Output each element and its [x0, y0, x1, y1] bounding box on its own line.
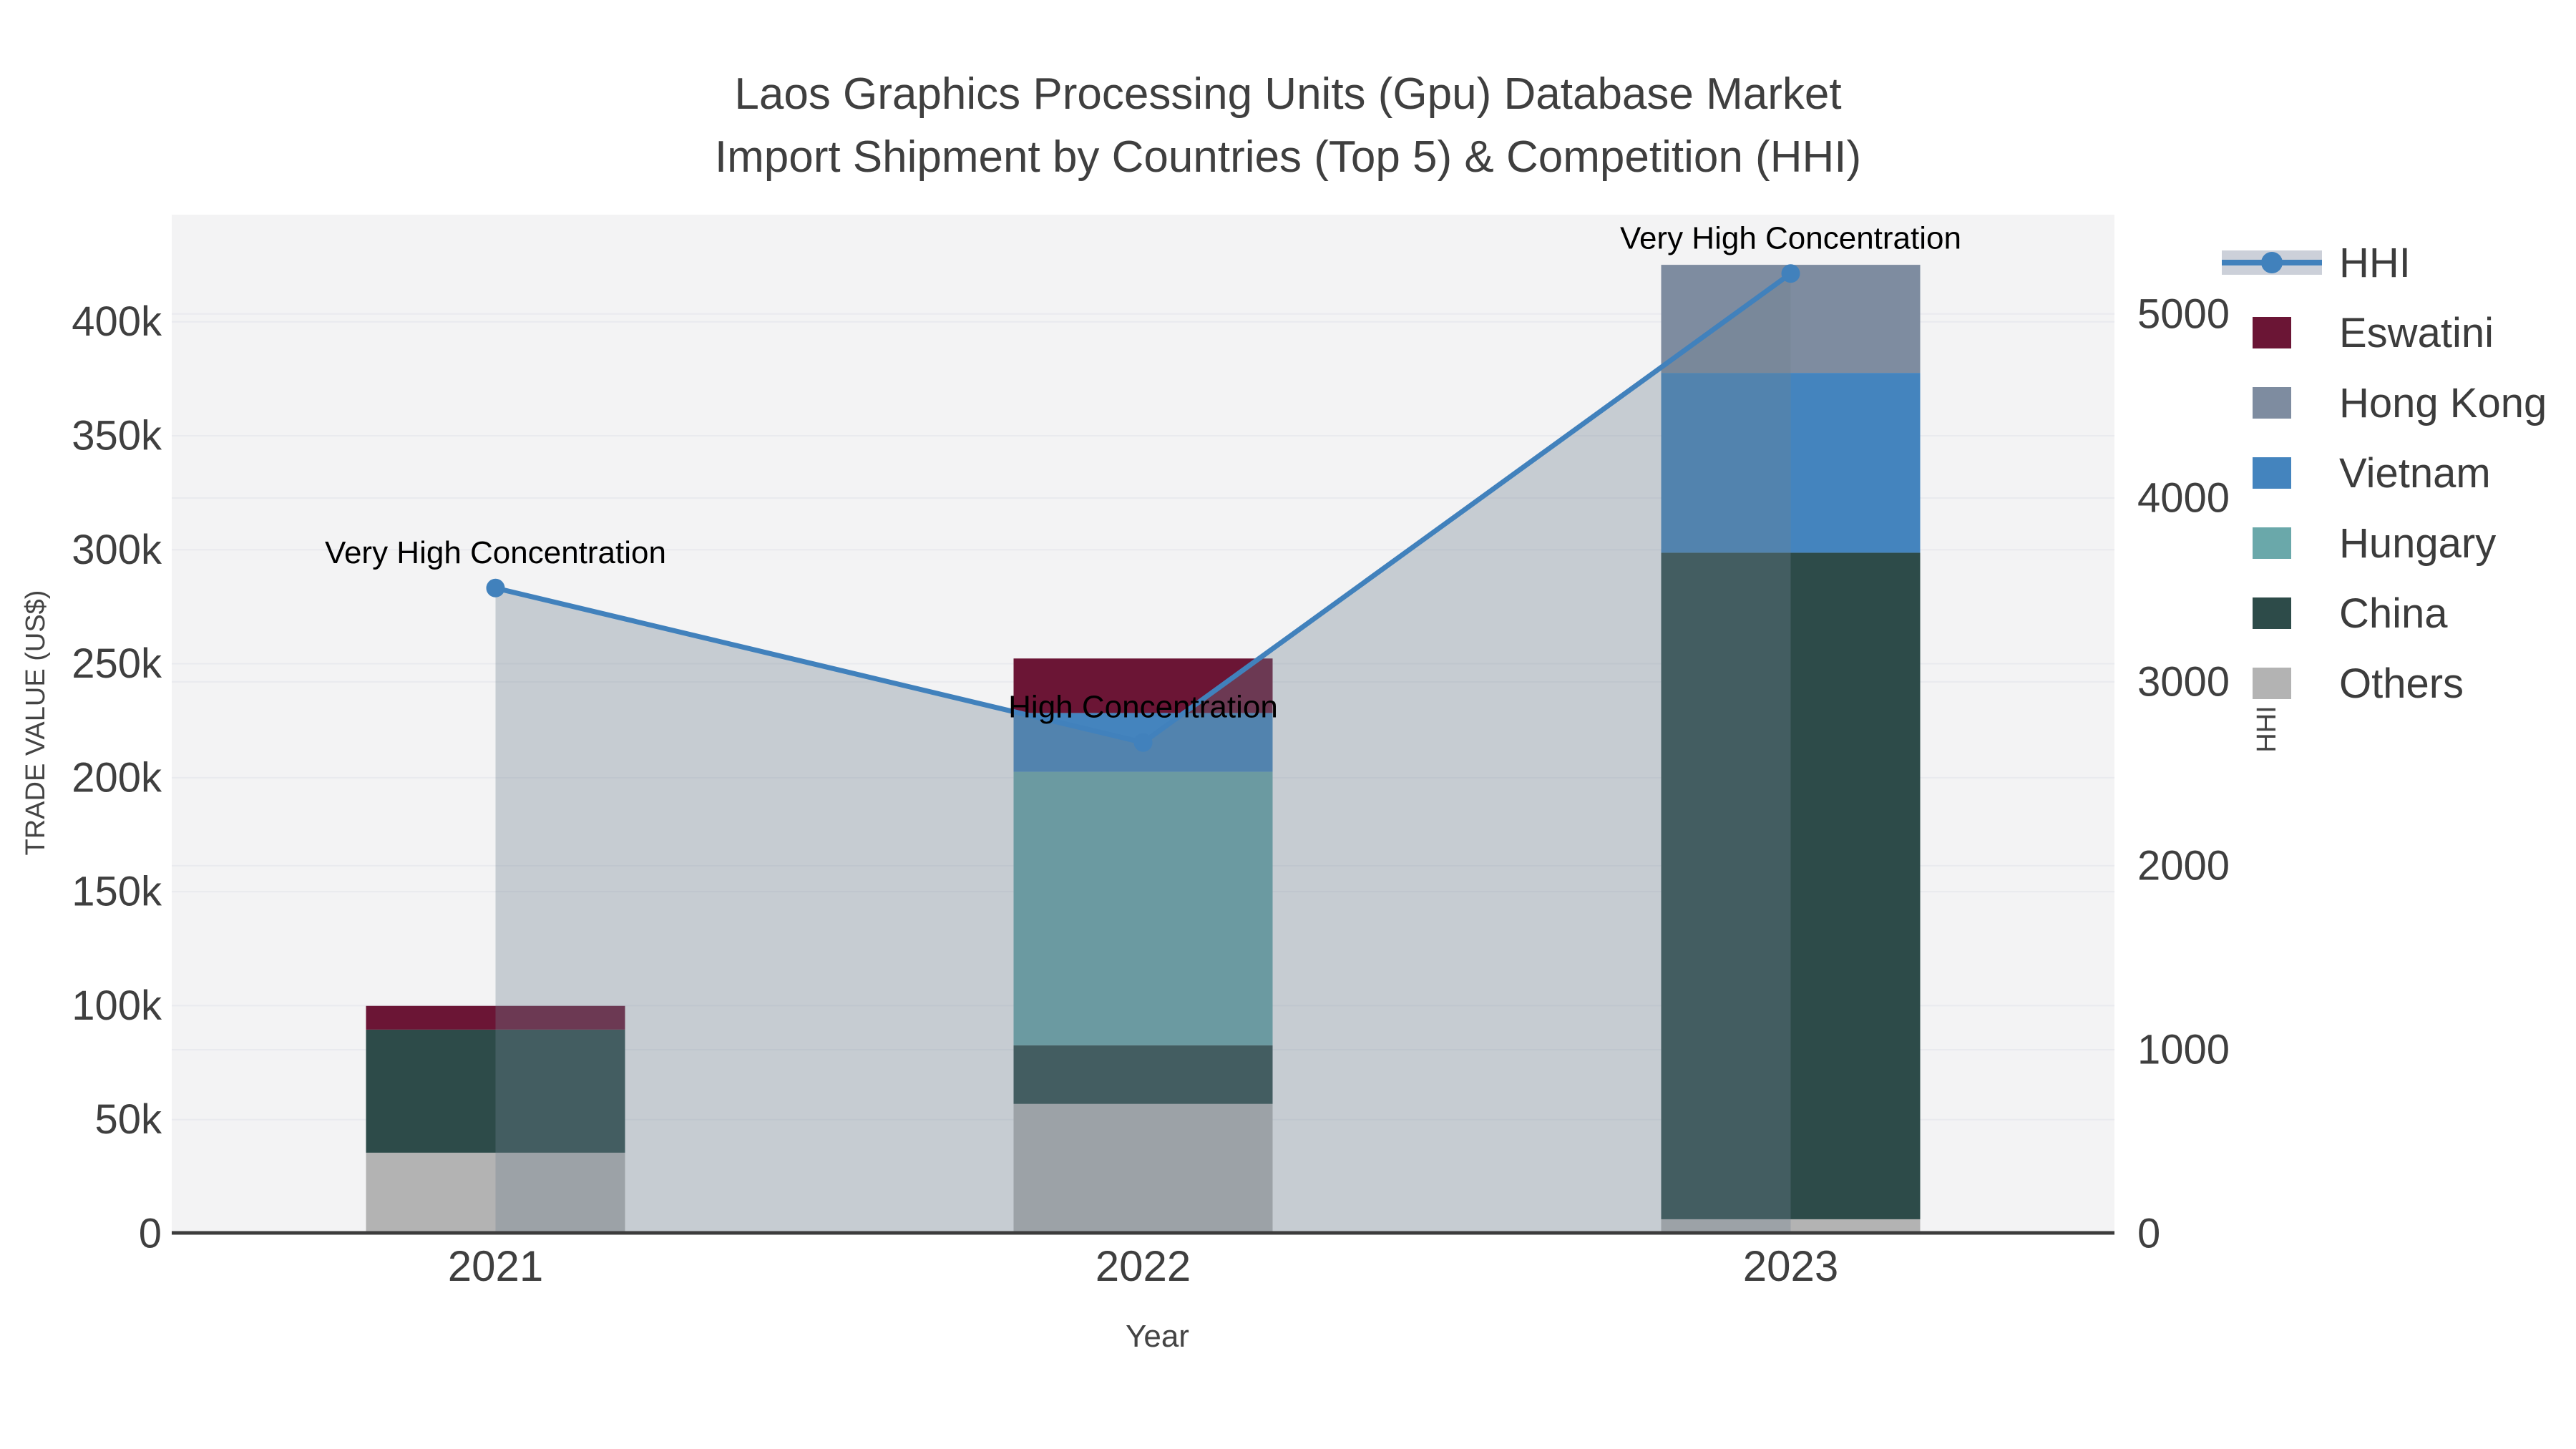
legend-item-vietnam[interactable]: Vietnam [2222, 438, 2547, 508]
x-tick-label: 2021 [448, 1242, 543, 1290]
plot-area: 0 50k 100k 150k 200k 250k 300k 350k 400k 0 1000 200… [21, 215, 2282, 1354]
hong-kong-swatch [2253, 387, 2291, 419]
legend-item-hungary[interactable]: Hungary [2222, 508, 2547, 578]
chart-root: 0 50k 100k 150k 200k 250k 300k 350k 400k 0 1000 200… [0, 0, 2576, 1449]
legend-label: HHI [2339, 239, 2411, 286]
annotation-2021: Very High Concentration [325, 535, 666, 570]
chart-title-line2: Import Shipment by Countries (Top 5) & C… [714, 132, 1862, 182]
y-right-tick-label: 0 [2137, 1211, 2160, 1257]
legend-item-hhi[interactable]: HHI [2222, 228, 2547, 298]
eswatini-swatch [2253, 317, 2291, 348]
y-left-tick-label: 150k [72, 869, 162, 915]
china-swatch [2253, 597, 2291, 629]
legend-item-hong-kong[interactable]: Hong Kong [2222, 368, 2547, 438]
x-tick-label: 2022 [1096, 1242, 1191, 1290]
annotation-2022: High Concentration [1008, 690, 1278, 725]
x-tick-label: 2023 [1743, 1242, 1838, 1290]
y-left-tick-label: 50k [94, 1096, 162, 1143]
y-right-tick-label: 4000 [2137, 474, 2230, 521]
legend-label: Hong Kong [2339, 379, 2547, 426]
y-left-tick-label: 400k [72, 298, 162, 345]
vietnam-swatch [2253, 457, 2291, 489]
annotation-2023: Very High Concentration [1620, 220, 1961, 255]
hhi-marker-2021[interactable] [486, 578, 505, 597]
y-right-tick-label: 3000 [2137, 658, 2230, 705]
hungary-swatch [2253, 527, 2291, 559]
x-axis-title: Year [1126, 1319, 1189, 1354]
legend-label: Eswatini [2339, 309, 2494, 356]
y-left-tick-label: 300k [72, 527, 162, 573]
legend-item-eswatini[interactable]: Eswatini [2222, 298, 2547, 368]
y-left-tick-label: 350k [72, 413, 162, 459]
y-left-tick-label: 100k [72, 982, 162, 1029]
legend-label: Vietnam [2339, 449, 2491, 497]
y-right-tick-label: 1000 [2137, 1026, 2230, 1073]
legend-label: China [2339, 590, 2448, 637]
y-left-tick-label: 200k [72, 754, 162, 801]
y-left-axis-title: TRADE VALUE (US$) [21, 590, 51, 856]
chart-title: Laos Graphics Processing Units (Gpu) Dat… [0, 63, 2576, 189]
hhi-marker-2023[interactable] [1781, 264, 1800, 283]
legend-item-china[interactable]: China [2222, 578, 2547, 648]
y-left-tick-label: 0 [139, 1211, 162, 1257]
y-right-tick-label: 2000 [2137, 842, 2230, 889]
y-left-tick-label: 250k [72, 640, 162, 687]
legend-item-others[interactable]: Others [2222, 648, 2547, 718]
y-right-tick-label: 5000 [2137, 291, 2230, 337]
hhi-marker-2022[interactable] [1133, 733, 1153, 752]
legend: HHI Eswatini Hong Kong Vietnam Hungary C… [2222, 228, 2547, 718]
others-swatch [2253, 668, 2291, 699]
chart-title-line1: Laos Graphics Processing Units (Gpu) Dat… [734, 69, 1842, 119]
legend-label: Others [2339, 660, 2464, 707]
hhi-line-swatch [2222, 247, 2322, 278]
legend-label: Hungary [2339, 519, 2497, 567]
